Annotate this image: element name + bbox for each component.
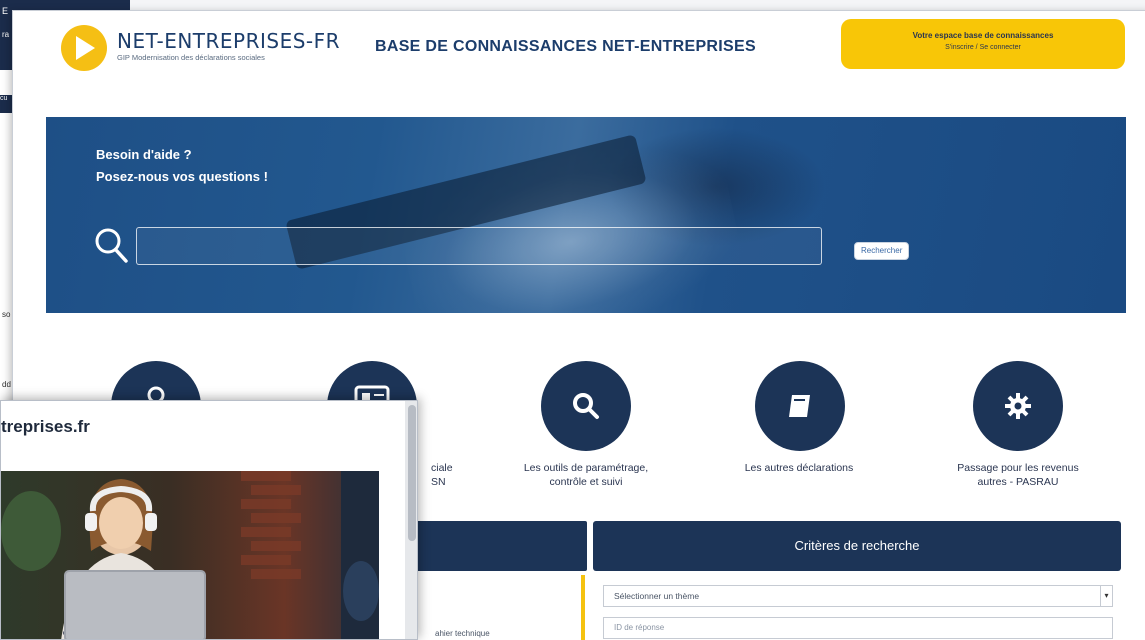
hero-subheading: Posez-nous vos questions ! bbox=[96, 169, 268, 184]
hero-heading: Besoin d'aide ? bbox=[96, 147, 192, 162]
criteria-header: Critères de recherche bbox=[593, 521, 1121, 571]
popup-title: treprises.fr bbox=[1, 417, 90, 436]
search-input[interactable] bbox=[136, 227, 822, 265]
background-window-subtitle: ra bbox=[2, 30, 10, 39]
account-space-button[interactable]: Votre espace base de connaissances S'ins… bbox=[841, 19, 1125, 69]
theme-select-value: Sélectionner un thème bbox=[614, 591, 700, 601]
section-list: ahier technique bbox=[403, 573, 587, 640]
logo-play-icon[interactable] bbox=[61, 25, 107, 71]
search-icon bbox=[94, 227, 128, 268]
account-button-sublabel[interactable]: S'inscrire / Se connecter bbox=[841, 44, 1125, 51]
woman-laptop-photo bbox=[1, 471, 379, 639]
magnifier-icon[interactable] bbox=[541, 361, 631, 451]
popup-scrollbar[interactable] bbox=[405, 401, 417, 639]
page-title: BASE DE CONNAISSANCES NET-ENTREPRISES bbox=[375, 38, 756, 55]
popup-window: treprises.fr bbox=[0, 400, 418, 640]
response-id-input[interactable]: ID de réponse bbox=[603, 617, 1113, 639]
chevron-down-icon[interactable]: ▾ bbox=[1100, 586, 1112, 606]
book-icon[interactable] bbox=[755, 361, 845, 451]
category-label-text: Les autres déclarations bbox=[744, 462, 854, 474]
category-label-text: ciale SN bbox=[431, 462, 453, 488]
category-label-text: Passage pour les revenus autres - PASRAU bbox=[957, 462, 1079, 488]
account-button-label: Votre espace base de connaissances bbox=[912, 31, 1054, 40]
site-header: NET-ENTREPRISES-FR GIP Modernisation des… bbox=[13, 11, 1145, 89]
search-button[interactable]: Rechercher bbox=[854, 242, 910, 260]
logo-title[interactable]: NET-ENTREPRISES-FR bbox=[117, 29, 340, 53]
scrollbar-thumb[interactable] bbox=[408, 405, 416, 541]
list-item[interactable]: ahier technique bbox=[435, 629, 490, 638]
gear-icon[interactable] bbox=[973, 361, 1063, 451]
logo-subtitle: GIP Modernisation des déclarations socia… bbox=[117, 53, 265, 62]
category-label-text: Les outils de paramétrage, contrôle et s… bbox=[523, 462, 649, 488]
category-label[interactable]: Les autres déclarations bbox=[699, 461, 899, 475]
accent-bar bbox=[581, 575, 585, 640]
theme-select[interactable]: Sélectionner un thème ▾ bbox=[603, 585, 1113, 607]
background-window-title: E bbox=[2, 6, 9, 16]
hero-banner: Besoin d'aide ? Posez-nous vos questions… bbox=[46, 117, 1126, 313]
desktop: E ra cu so dd NET-ENTREPRISES-FR GIP Mod… bbox=[0, 0, 1145, 640]
category-label[interactable]: ciale SN bbox=[431, 461, 471, 489]
category-label[interactable]: Passage pour les revenus autres - PASRAU bbox=[913, 461, 1123, 489]
category-label[interactable]: Les outils de paramétrage, contrôle et s… bbox=[481, 461, 691, 489]
section-header bbox=[403, 521, 587, 571]
